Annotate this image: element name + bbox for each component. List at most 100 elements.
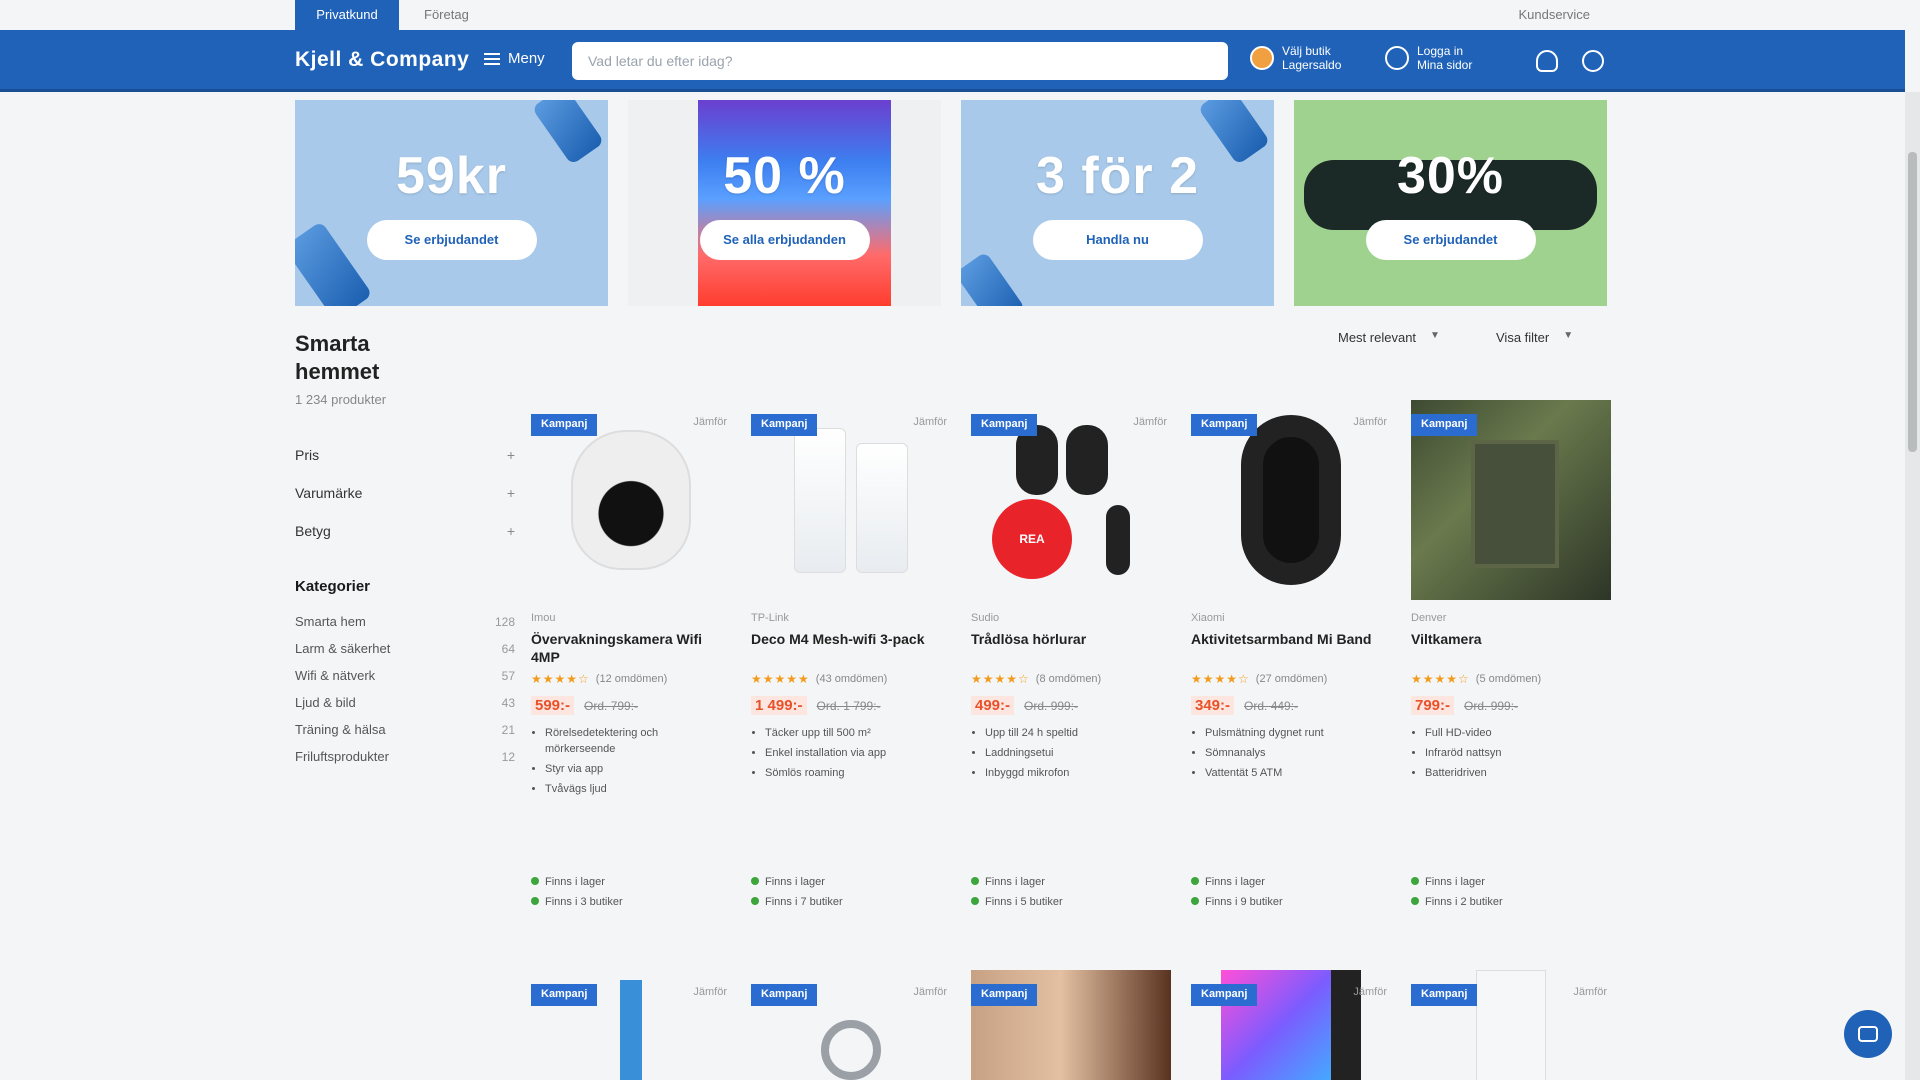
compare-link[interactable]: Jämför [913,416,947,428]
banner-cta-button[interactable]: Se erbjudandet [1365,220,1536,260]
category-item[interactable]: Wifi & nätverk 57 [295,662,515,689]
stock-online: Finns i lager [545,876,605,888]
product-image[interactable]: Kampanj Jämför [531,970,731,1080]
store-selector[interactable]: Välj butik Lagersaldo [1250,44,1341,72]
product-name[interactable]: Viltkamera [1411,630,1611,666]
product-card[interactable]: Kampanj [971,970,1171,1080]
product-name[interactable]: Aktivitetsarmband Mi Band [1191,630,1391,666]
compare-link[interactable]: Jämför [1353,416,1387,428]
product-name[interactable]: Övervakningskamera Wifi 4MP [531,630,731,666]
category-name: Smarta hem [295,614,366,629]
product-card[interactable]: Kampanj Jämför TP-Link Deco M4 Mesh-wifi… [751,400,951,908]
menu-button[interactable]: Meny [484,50,545,67]
category-item[interactable]: Ljud & bild 43 [295,689,515,716]
customer-service-link[interactable]: Kundservice [1518,0,1590,30]
promo-banner[interactable]: 50 % Se alla erbjudanden [628,100,941,306]
review-count: (5 omdömen) [1475,673,1542,685]
campaign-badge: Kampanj [531,414,598,436]
stock-stores: Finns i 2 butiker [1425,896,1503,908]
product-brand: Imou [531,612,556,624]
campaign-badge: Kampanj [1411,414,1478,436]
product-card[interactable]: Kampanj Jämför [1191,970,1391,1080]
chat-button[interactable] [1844,1010,1892,1058]
promo-banner[interactable]: 30% Se erbjudandet [1294,100,1607,306]
feature-item: Upp till 24 h speltid [985,725,1171,741]
banner-cta-button[interactable]: Handla nu [1032,220,1203,260]
product-name[interactable]: Deco M4 Mesh-wifi 3-pack [751,630,951,666]
banner-amount: 3 för 2 [1035,147,1200,205]
category-item[interactable]: Friluftsprodukter 12 [295,743,515,770]
product-image[interactable]: Kampanj Jämför [751,400,951,600]
campaign-badge: Kampanj [751,984,818,1006]
category-item[interactable]: Smarta hem 128 [295,608,515,635]
stock-stores: Finns i 7 butiker [765,896,843,908]
feature-item: Laddningsetui [985,745,1171,761]
filter-toggle[interactable]: Visa filter ▼ [1496,330,1573,345]
filter-label: Visa filter [1496,330,1550,345]
product-image[interactable]: Kampanj Jämför [1191,400,1391,600]
scrollbar[interactable] [1905,92,1920,1080]
campaign-badge: Kampanj [971,984,1038,1006]
search-input[interactable] [588,53,1212,69]
product-image[interactable]: Kampanj Jämför [1191,970,1391,1080]
product-image [1197,100,1271,166]
filter-item[interactable]: Pris + [295,436,515,474]
category-name: Träning & hälsa [295,722,386,737]
compare-link[interactable]: Jämför [1573,986,1607,998]
logo[interactable]: Kjell & Company [295,48,469,72]
compare-link[interactable]: Jämför [693,416,727,428]
heart-icon[interactable] [1536,50,1558,72]
product-card[interactable]: Kampanj Denver Viltkamera ★★★★☆ (5 omdöme… [1411,400,1611,908]
product-card[interactable]: Kampanj Jämför Xiaomi Aktivitetsarmband … [1191,400,1391,908]
banner-cta-button[interactable]: Se alla erbjudanden [699,220,870,260]
sort-dropdown[interactable]: Mest relevant ▼ [1338,330,1440,345]
product-price: 599:- [531,696,575,715]
feature-item: Vattentät 5 ATM [1205,765,1391,781]
category-item[interactable]: Träning & hälsa 21 [295,716,515,743]
product-card[interactable]: Kampanj Jämför [751,970,951,1080]
plus-icon: + [506,447,515,463]
product-image[interactable]: Kampanj Jämför REA [971,400,1171,600]
tab-private[interactable]: Privatkund [295,0,399,30]
compare-link[interactable]: Jämför [693,986,727,998]
product-image[interactable]: Kampanj [971,970,1171,1080]
campaign-badge: Kampanj [1191,984,1258,1006]
stock-status: Finns i lager Finns i 9 butiker [1191,872,1283,912]
product-card[interactable]: Kampanj Jämför REA Sudio Trådlösa hörlur… [971,400,1171,908]
stock-status: Finns i lager Finns i 3 butiker [531,872,623,912]
tab-business[interactable]: Företag [410,0,483,30]
category-name: Larm & säkerhet [295,641,391,656]
star-rating-icon: ★★★★☆ [971,672,1030,686]
product-name[interactable]: Trådlösa hörlurar [971,630,1171,666]
product-image[interactable]: Kampanj [1411,400,1611,600]
compare-link[interactable]: Jämför [1133,416,1167,428]
account-link[interactable]: Logga in Mina sidor [1385,44,1472,72]
product-image [961,251,1026,306]
promo-banner[interactable]: 59kr Se erbjudandet [295,100,608,306]
stock-status: Finns i lager Finns i 7 butiker [751,872,843,912]
filter-item[interactable]: Betyg + [295,512,515,550]
compare-link[interactable]: Jämför [1353,986,1387,998]
category-item[interactable]: Larm & säkerhet 64 [295,635,515,662]
star-rating-icon: ★★★★☆ [531,672,590,686]
category-list: Smarta hem 128 Larm & säkerhet 64 Wifi & n… [295,608,515,770]
search-box[interactable] [572,42,1228,80]
earbuds-image: REA [986,415,1156,585]
scrollbar-thumb[interactable] [1908,152,1917,452]
promo-banner[interactable]: 3 för 2 Handla nu [961,100,1274,306]
compare-link[interactable]: Jämför [913,986,947,998]
filter-item-label: Pris [295,447,320,463]
page-title: Smarta hemmet [295,331,380,384]
product-card[interactable]: Kampanj Jämför [531,970,731,1080]
filter-item[interactable]: Varumärke + [295,474,515,512]
banner-cta-button[interactable]: Se erbjudandet [366,220,537,260]
product-card[interactable]: Kampanj Jämför Imou Övervakningskamera W… [531,400,731,908]
cart-icon[interactable] [1582,50,1604,72]
product-card[interactable]: Kampanj Jämför [1411,970,1611,1080]
product-price: 499:- [971,696,1015,715]
product-image[interactable]: Kampanj Jämför [531,400,731,600]
banner-amount: 50 % [723,147,846,205]
product-image[interactable]: Kampanj Jämför [751,970,951,1080]
product-image[interactable]: Kampanj Jämför [1411,970,1611,1080]
product-features: Full HD-video Infraröd nattsyn Batteridr… [1411,725,1611,781]
